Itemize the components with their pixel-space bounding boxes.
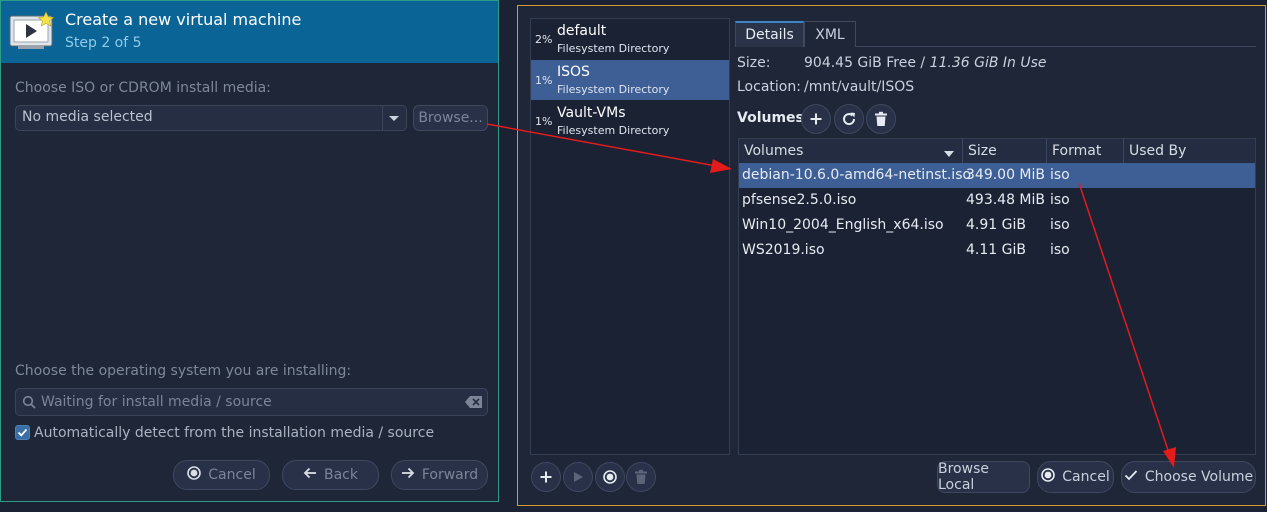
arrow-left-icon: [303, 466, 317, 484]
install-media-label: Choose ISO or CDROM install media:: [15, 80, 271, 96]
stop-icon: [603, 470, 617, 484]
column-volumes-label: Volumes: [744, 143, 804, 159]
delete-volume-button[interactable]: [866, 104, 896, 134]
clear-icon[interactable]: [465, 395, 483, 413]
column-header-used-by[interactable]: Used By: [1124, 139, 1255, 163]
volume-name: debian-10.6.0-amd64-netinst.iso: [742, 167, 972, 183]
checkmark-icon: [17, 428, 28, 437]
arrow-right-icon: [401, 466, 415, 484]
forward-button[interactable]: Forward: [391, 460, 488, 490]
volume-name: WS2019.iso: [742, 242, 825, 258]
size-label: Size:: [737, 55, 771, 71]
size-used: 11.36 GiB In Use: [929, 55, 1047, 71]
volume-name: Win10_2004_English_x64.iso: [742, 217, 944, 233]
refresh-icon: [843, 112, 856, 126]
volume-size: 4.91 GiB: [966, 217, 1026, 233]
volume-format: iso: [1050, 242, 1070, 258]
browser-cancel-label: Cancel: [1062, 469, 1110, 485]
size-free: 904.45 GiB Free /: [804, 55, 930, 71]
wizard-title: Create a new virtual machine: [65, 10, 302, 29]
back-button[interactable]: Back: [282, 460, 379, 490]
volume-name: pfsense2.5.0.iso: [742, 192, 857, 208]
column-header-volumes[interactable]: Volumes: [739, 139, 963, 163]
autodetect-label: Automatically detect from the installati…: [34, 425, 435, 441]
autodetect-checkbox[interactable]: [15, 425, 30, 440]
location-value: /mnt/vault/ISOS: [804, 79, 915, 95]
trash-icon: [875, 111, 887, 126]
choose-volume-label: Choose Volume: [1144, 469, 1254, 485]
new-vm-wizard-window: Create a new virtual machine Step 2 of 5…: [0, 0, 499, 502]
tab-underline: [856, 46, 1256, 47]
pool-type: Filesystem Directory: [557, 42, 670, 55]
add-pool-button[interactable]: [531, 462, 561, 492]
storage-pool-list[interactable]: 2% default Filesystem Directory 1% ISOS Files…: [530, 18, 730, 455]
play-icon: [574, 472, 583, 482]
pool-usage: 1%: [535, 115, 553, 128]
wizard-cancel-button[interactable]: Cancel: [173, 460, 270, 490]
volume-format: iso: [1050, 192, 1070, 208]
table-row[interactable]: WS2019.iso 4.11 GiB iso: [739, 238, 1255, 263]
delete-pool-button[interactable]: [626, 462, 656, 492]
volume-size: 349.00 MiB: [966, 167, 1046, 183]
chevron-down-icon[interactable]: [387, 110, 401, 130]
pool-type: Filesystem Directory: [557, 124, 670, 137]
install-media-combobox[interactable]: No media selected: [15, 105, 407, 131]
pool-name: default: [557, 23, 607, 39]
choose-volume-button[interactable]: Choose Volume: [1121, 461, 1256, 493]
column-header-size[interactable]: Size: [963, 139, 1047, 163]
trash-icon: [635, 469, 647, 484]
table-row[interactable]: debian-10.6.0-amd64-netinst.iso 349.00 Mi…: [739, 163, 1255, 188]
browser-cancel-button[interactable]: Cancel: [1037, 461, 1114, 493]
os-search-placeholder: Waiting for install media / source: [41, 394, 272, 410]
pool-usage: 1%: [535, 74, 553, 87]
tab-xml[interactable]: XML: [804, 21, 856, 47]
install-media-value: No media selected: [22, 109, 153, 125]
table-row[interactable]: pfsense2.5.0.iso 493.48 MiB iso: [739, 188, 1255, 213]
volumes-table[interactable]: Volumes Size Format Used By debian-10.6.…: [738, 138, 1256, 455]
wizard-cancel-label: Cancel: [208, 467, 256, 483]
combobox-divider: [382, 106, 383, 130]
start-pool-button[interactable]: [563, 462, 593, 492]
os-label: Choose the operating system you are inst…: [15, 363, 352, 379]
new-vm-icon: [9, 11, 55, 51]
wizard-header: Create a new virtual machine Step 2 of 5: [1, 1, 498, 63]
browse-local-button[interactable]: Browse Local: [937, 461, 1030, 493]
tab-details[interactable]: Details: [735, 21, 804, 47]
search-icon: [22, 395, 36, 413]
plus-icon: [810, 113, 822, 125]
refresh-volumes-button[interactable]: [834, 104, 864, 134]
forward-label: Forward: [421, 467, 479, 483]
plus-icon: [540, 471, 552, 483]
browse-button[interactable]: Browse...: [413, 105, 488, 131]
cancel-icon: [1041, 468, 1056, 486]
storage-volume-browser-window: 2% default Filesystem Directory 1% ISOS Files…: [517, 5, 1266, 506]
browse-button-label: Browse...: [418, 110, 483, 126]
column-header-format[interactable]: Format: [1047, 139, 1124, 163]
volume-size: 493.48 MiB: [966, 192, 1046, 208]
location-label: Location:: [737, 79, 801, 95]
checkmark-icon: [1124, 468, 1138, 486]
browse-local-label: Browse Local: [938, 461, 989, 493]
stop-pool-button[interactable]: [595, 462, 625, 492]
volume-size: 4.11 GiB: [966, 242, 1026, 258]
wizard-step-indicator: Step 2 of 5: [65, 35, 142, 51]
os-search-input[interactable]: Waiting for install media / source: [15, 388, 488, 416]
pool-type: Filesystem Directory: [557, 83, 670, 96]
volume-format: iso: [1050, 217, 1070, 233]
volume-format: iso: [1050, 167, 1070, 183]
table-row[interactable]: Win10_2004_English_x64.iso 4.91 GiB iso: [739, 213, 1255, 238]
volumes-section-label: Volumes: [737, 110, 804, 126]
back-label: Back: [324, 467, 358, 483]
storage-pool-item[interactable]: 1% Vault-VMs Filesystem Directory: [531, 101, 729, 141]
pool-name: ISOS: [557, 64, 590, 80]
pool-name: Vault-VMs: [557, 105, 626, 121]
cancel-icon: [187, 466, 202, 484]
storage-pool-item[interactable]: 1% ISOS Filesystem Directory: [531, 60, 729, 100]
storage-pool-item[interactable]: 2% default Filesystem Directory: [531, 19, 729, 59]
volumes-table-header: Volumes Size Format Used By: [739, 139, 1255, 163]
pool-usage: 2%: [535, 33, 553, 46]
size-value: 904.45 GiB Free / 11.36 GiB In Use: [804, 55, 1047, 71]
add-volume-button[interactable]: [801, 104, 831, 134]
